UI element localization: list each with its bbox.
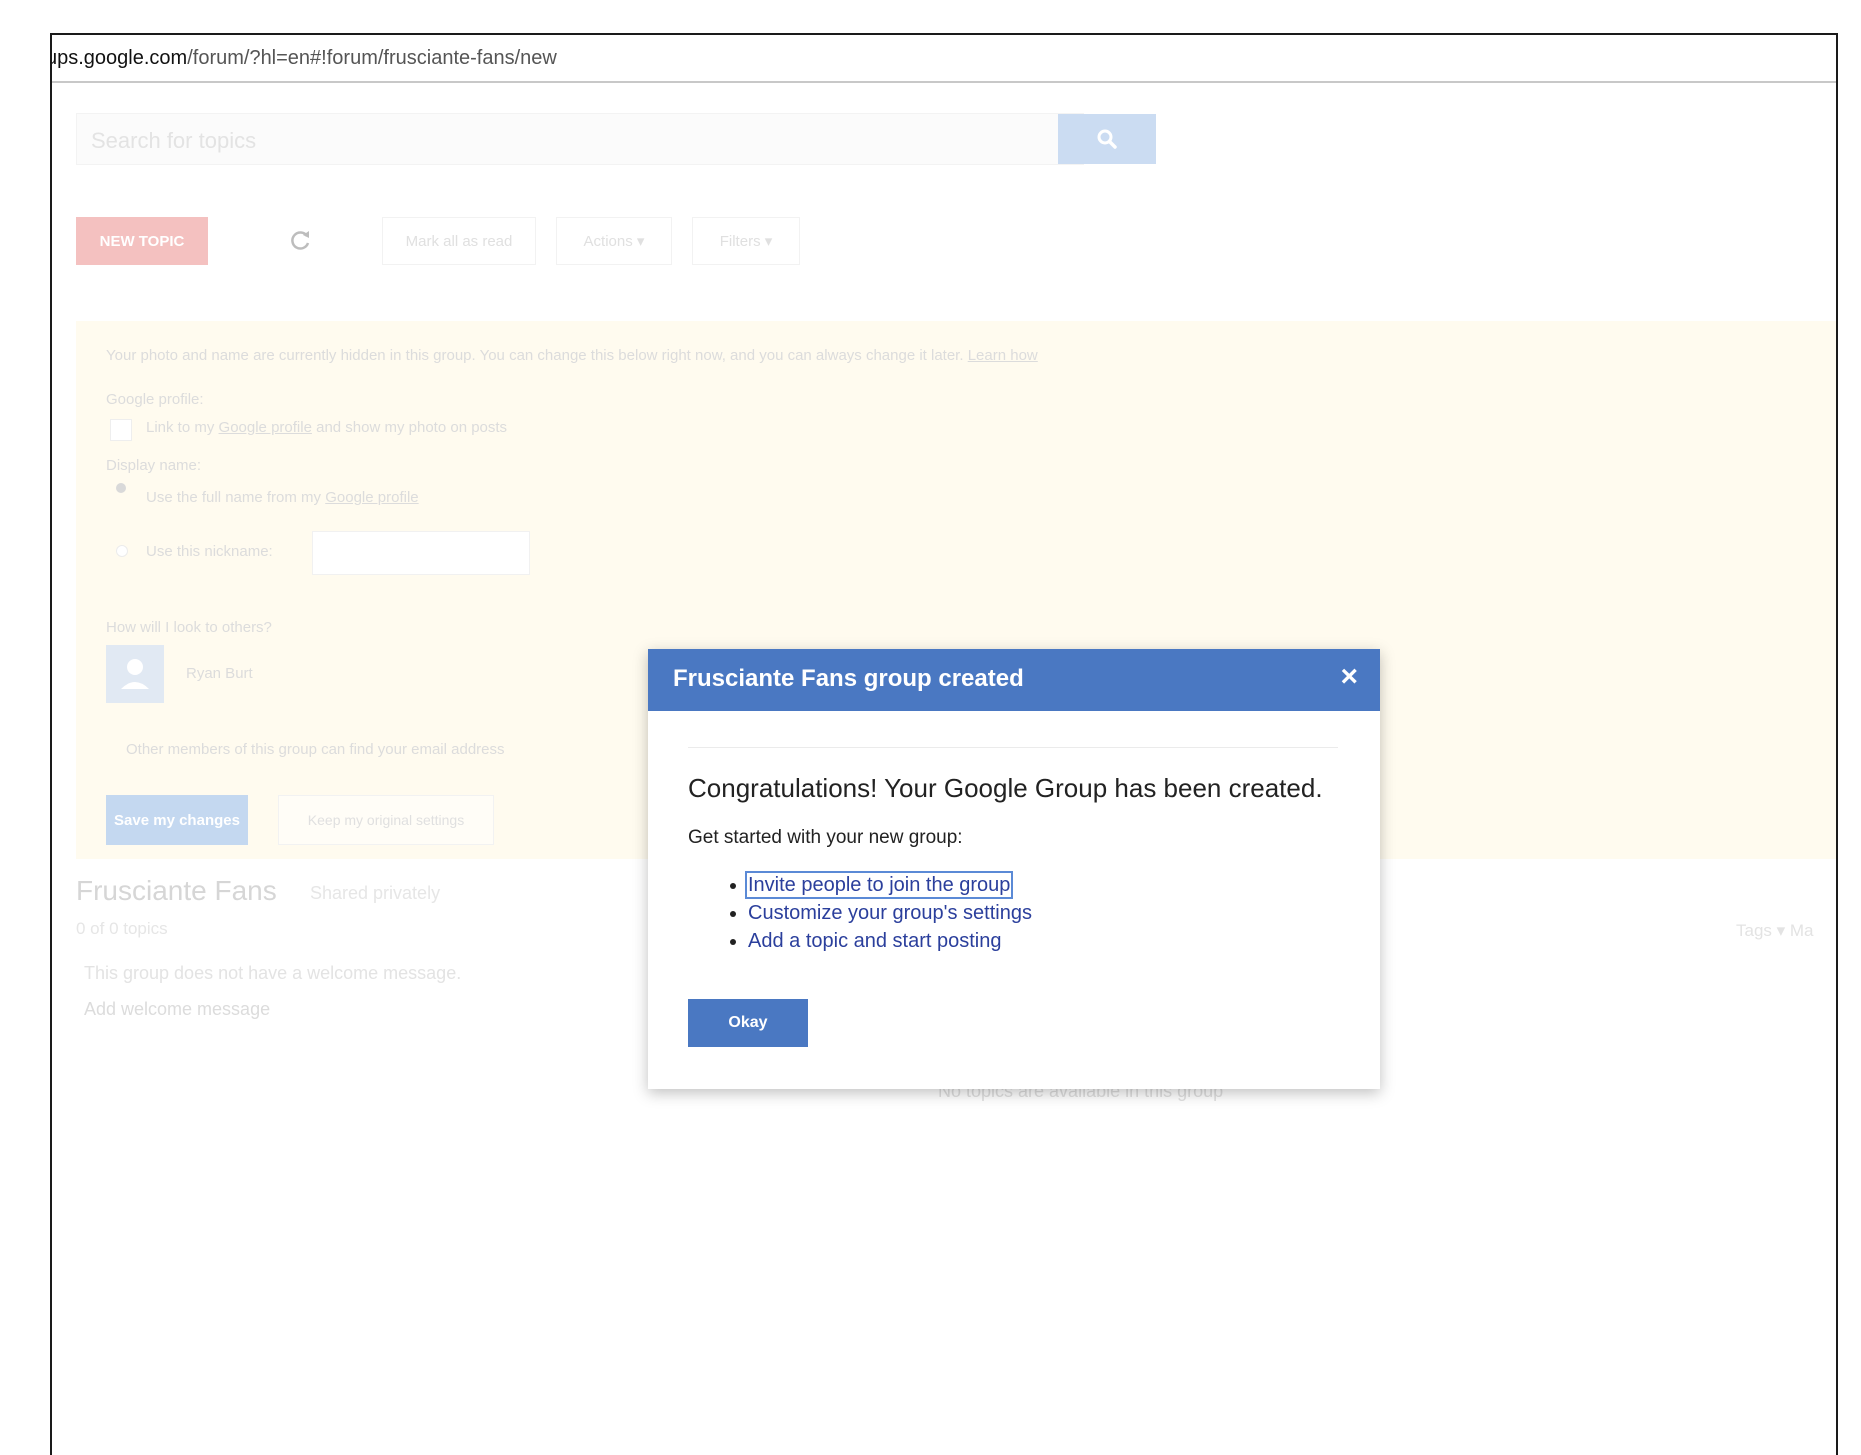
search-input[interactable]: Search for topics ▾ [76, 113, 1084, 165]
search-button[interactable] [1058, 114, 1156, 164]
notice-message-text: Your photo and name are currently hidden… [106, 347, 964, 364]
link-profile-checkbox[interactable] [110, 419, 132, 441]
no-welcome-message: This group does not have a welcome messa… [84, 963, 462, 983]
refresh-button[interactable] [276, 217, 324, 265]
customize-settings-link[interactable]: Customize your group's settings [748, 902, 1032, 924]
actions-button[interactable]: Actions ▾ [556, 217, 672, 265]
new-topic-button[interactable]: NEW TOPIC [76, 217, 208, 265]
how-look-label: How will I look to others? [106, 619, 272, 636]
nickname-radio[interactable] [116, 545, 128, 557]
google-profile-link[interactable]: Google profile [219, 419, 312, 436]
okay-button[interactable]: Okay [688, 999, 808, 1047]
link-profile-label: Link to my Google profile and show my ph… [146, 419, 507, 436]
address-bar[interactable]: ups.google.com/forum/?hl=en#!forum/frusc… [52, 35, 1836, 83]
list-item: Add a topic and start posting [748, 927, 1032, 955]
tags-dropdown[interactable]: Tags ▾ Ma [1736, 921, 1814, 941]
dialog-title: Frusciante Fans group created [673, 665, 1024, 692]
save-changes-button[interactable]: Save my changes [106, 795, 248, 845]
add-welcome-link[interactable]: Add welcome message [84, 999, 270, 1020]
refresh-icon [291, 231, 310, 250]
email-notice: Other members of this group can find you… [126, 741, 505, 758]
next-steps-list: Invite people to join the group Customiz… [724, 871, 1032, 955]
full-name-profile-link[interactable]: Google profile [325, 489, 418, 506]
display-name-label: Display name: [106, 457, 202, 474]
dialog-heading: Congratulations! Your Google Group has b… [688, 773, 1323, 803]
url-path: /forum/?hl=en#!forum/frusciante-fans/new [187, 47, 557, 69]
user-name: Ryan Burt [186, 665, 253, 682]
full-name-prefix: Use the full name from my [146, 489, 326, 506]
keep-settings-button[interactable]: Keep my original settings [278, 795, 494, 845]
filters-button[interactable]: Filters ▾ [692, 217, 800, 265]
invite-people-link[interactable]: Invite people to join the group [744, 871, 1014, 899]
add-topic-link[interactable]: Add a topic and start posting [748, 930, 1002, 952]
notice-message: Your photo and name are currently hidden… [106, 347, 1038, 364]
url-host: ups.google.com [50, 47, 188, 69]
dialog-subheading: Get started with your new group: [688, 827, 963, 848]
shared-status: Shared privately [310, 883, 441, 903]
group-title: Frusciante Fans [76, 875, 277, 906]
mark-all-read-button[interactable]: Mark all as read [382, 217, 536, 265]
search-icon [1097, 129, 1117, 149]
person-icon [121, 659, 149, 689]
browser-window: ups.google.com/forum/?hl=en#!forum/frusc… [50, 33, 1838, 1455]
google-profile-label: Google profile: [106, 391, 204, 408]
list-item: Customize your group's settings [748, 899, 1032, 927]
group-created-dialog: Frusciante Fans group created × Congratu… [648, 649, 1380, 1089]
link-profile-prefix: Link to my [146, 419, 219, 436]
dialog-header: Frusciante Fans group created × [648, 649, 1380, 711]
full-name-radio[interactable] [116, 483, 126, 493]
groups-page: Search for topics ▾ NEW TOPIC Mark all a… [52, 83, 1836, 1455]
search-placeholder: Search for topics [91, 128, 257, 153]
url-text[interactable]: ups.google.com/forum/?hl=en#!forum/frusc… [50, 47, 557, 70]
topic-count: 0 of 0 topics [76, 919, 168, 938]
close-icon[interactable]: × [1340, 662, 1358, 692]
link-profile-suffix: and show my photo on posts [311, 419, 508, 436]
nickname-input[interactable] [312, 531, 530, 575]
learn-how-link[interactable]: Learn how [968, 347, 1038, 364]
full-name-label: Use the full name from my Google profile [146, 489, 419, 506]
list-item: Invite people to join the group [744, 871, 1032, 899]
nickname-label: Use this nickname: [146, 543, 273, 560]
avatar [106, 645, 164, 703]
dialog-divider [688, 747, 1338, 748]
